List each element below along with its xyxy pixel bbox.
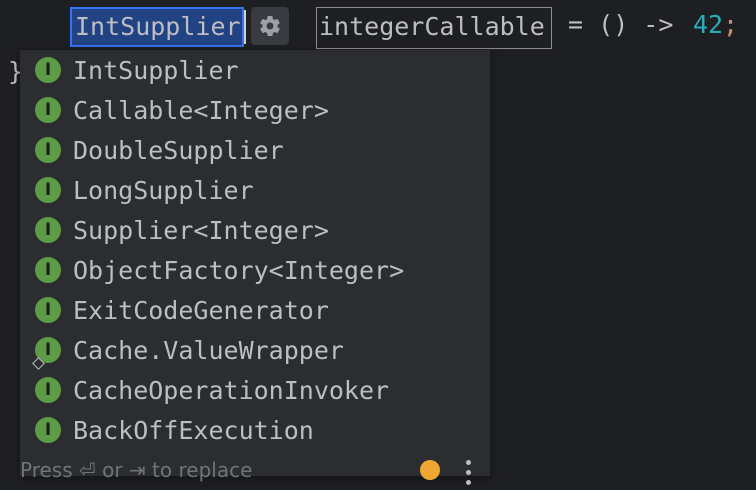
- list-item[interactable]: I LongSupplier: [20, 170, 490, 210]
- interface-badge-icon: I: [35, 417, 61, 443]
- list-item[interactable]: I ExitCodeGenerator: [20, 290, 490, 330]
- list-item-label: BackOffExecution: [73, 415, 314, 445]
- list-item[interactable]: I BackOffExecution: [20, 410, 490, 450]
- list-item[interactable]: I CacheOperationInvoker: [20, 370, 490, 410]
- gear-icon: [260, 16, 280, 37]
- interface-badge-icon: I: [35, 177, 61, 203]
- vertical-dots-icon[interactable]: [466, 460, 472, 490]
- interface-badge-icon: I: [35, 97, 61, 123]
- interface-badge-icon: I: [35, 137, 61, 163]
- type-input-field[interactable]: IntSupplier: [70, 7, 244, 47]
- list-item[interactable]: I Callable<Integer>: [20, 90, 490, 130]
- list-item[interactable]: I DoubleSupplier: [20, 130, 490, 170]
- orange-dot-icon[interactable]: [420, 460, 440, 480]
- list-item[interactable]: I Cache.ValueWrapper: [20, 330, 490, 370]
- list-item-label: ObjectFactory<Integer>: [73, 255, 405, 285]
- list-item[interactable]: I Supplier<Integer>: [20, 210, 490, 250]
- completion-popup: I IntSupplier I Callable<Integer> I DoubleSup…: [20, 50, 490, 476]
- list-item[interactable]: I IntSupplier: [20, 50, 490, 90]
- list-item-label: IntSupplier: [73, 55, 239, 85]
- interface-badge-icon: I: [35, 257, 61, 283]
- interface-badge-icon: I: [35, 377, 61, 403]
- list-item-label: DoubleSupplier: [73, 135, 284, 165]
- popup-footer-hint: Press ⏎ or ⇥ to replace: [20, 458, 253, 482]
- list-item-label: Cache.ValueWrapper: [73, 335, 344, 365]
- editor-line: IntSupplier integerCallable = () -> 42 ;: [0, 0, 756, 50]
- interface-badge-icon: I: [35, 57, 61, 83]
- settings-button[interactable]: [251, 7, 289, 45]
- list-item[interactable]: I ObjectFactory<Integer>: [20, 250, 490, 290]
- interface-badge-icon: I: [35, 217, 61, 243]
- semicolon: ;: [723, 10, 739, 39]
- list-item-label: LongSupplier: [73, 175, 254, 205]
- list-item-label: ExitCodeGenerator: [73, 295, 329, 325]
- list-item-label: Callable<Integer>: [73, 95, 329, 125]
- text-caret: [244, 10, 246, 44]
- variable-name-field[interactable]: integerCallable: [316, 7, 552, 49]
- interface-badge-icon: I: [35, 297, 61, 323]
- number-literal: 42: [693, 10, 724, 39]
- list-item-label: Supplier<Integer>: [73, 215, 329, 245]
- list-item-label: CacheOperationInvoker: [73, 375, 390, 405]
- assignment-code: = () ->: [553, 10, 689, 39]
